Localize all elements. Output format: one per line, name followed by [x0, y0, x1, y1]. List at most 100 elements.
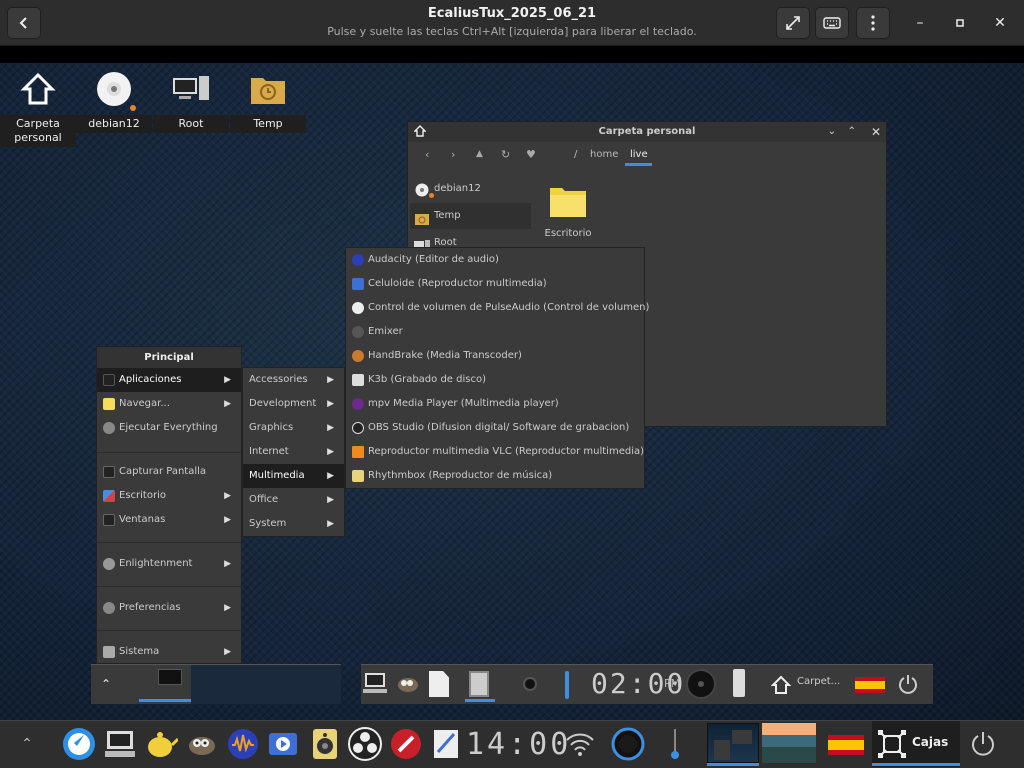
- menu-item-accessories[interactable]: Accessories ▶: [243, 368, 344, 392]
- chevron-up-icon[interactable]: ⌃: [10, 727, 44, 761]
- fullscreen-button[interactable]: [776, 7, 810, 39]
- folder-item-escritorio[interactable]: Escritorio: [538, 184, 598, 239]
- keyboard-button[interactable]: [815, 7, 849, 39]
- task-cajas-label: Cajas: [912, 735, 949, 749]
- desktop-icon-temp[interactable]: Temp: [230, 69, 306, 133]
- chevron-right-icon: ▶: [224, 647, 231, 657]
- chevron-up-icon[interactable]: ⌃: [848, 122, 856, 142]
- active-app-indicator: [465, 699, 495, 702]
- workspace-thumbnail-1[interactable]: [707, 723, 759, 763]
- k3b-icon: [352, 374, 364, 386]
- desktop-icon-debian12[interactable]: debian12: [76, 69, 152, 133]
- document-icon[interactable]: [429, 671, 449, 697]
- cortana-ring-icon[interactable]: [611, 727, 645, 761]
- computer-icon[interactable]: [103, 727, 137, 761]
- menu-item-emixer[interactable]: Emixer: [346, 320, 644, 344]
- menu-item-mpv[interactable]: mpv Media Player (Multimedia player): [346, 392, 644, 416]
- menu-item-capturar[interactable]: Capturar Pantalla: [97, 460, 241, 484]
- menu-item-escritorio[interactable]: Escritorio ▶: [97, 484, 241, 508]
- volume-slider-icon[interactable]: [658, 727, 692, 761]
- chevron-down-icon[interactable]: ⌄: [828, 122, 836, 142]
- host-clock[interactable]: 14:00: [466, 727, 571, 762]
- celluloid-icon[interactable]: [266, 727, 300, 761]
- task-carpeta[interactable]: Carpet...: [797, 676, 840, 687]
- notes-icon[interactable]: [429, 727, 463, 761]
- pager-desktop-icon[interactable]: [158, 669, 182, 685]
- task-cajas[interactable]: Cajas: [872, 721, 960, 767]
- close-icon[interactable]: ✕: [871, 122, 881, 142]
- menu-item-enlightenment[interactable]: Enlightenment ▶: [97, 552, 241, 576]
- menu-item-rhythmbox[interactable]: Rhythmbox (Reproductor de música): [346, 464, 644, 488]
- maximize-button[interactable]: [950, 13, 970, 33]
- up-icon[interactable]: ▲: [476, 149, 483, 159]
- speaker-icon[interactable]: [308, 727, 342, 761]
- forward-icon[interactable]: ›: [451, 148, 455, 161]
- menu-item-aplicaciones[interactable]: Aplicaciones ▶: [97, 368, 241, 392]
- menu-item-k3b[interactable]: K3b (Grabado de disco): [346, 368, 644, 392]
- keyboard-icon: [823, 17, 841, 29]
- vm-display[interactable]: Carpeta personal debian12 Root Temp Carp…: [0, 46, 1024, 720]
- menu-item-internet[interactable]: Internet ▶: [243, 440, 344, 464]
- menu-item-pavucontrol[interactable]: Control de volumen de PulseAudio (Contro…: [346, 296, 649, 320]
- menu-item-multimedia[interactable]: Multimedia ▶: [243, 464, 344, 488]
- usb-icon[interactable]: [733, 669, 745, 697]
- back-icon[interactable]: ‹: [425, 148, 429, 161]
- breadcrumb-root[interactable]: /: [574, 149, 577, 160]
- menu-item-preferencias[interactable]: Preferencias ▶: [97, 596, 241, 620]
- menu-item-celuloide[interactable]: Celuloide (Reproductor multimedia): [346, 272, 644, 296]
- menu-item-development[interactable]: Development ▶: [243, 392, 344, 416]
- spain-flag-icon[interactable]: [828, 735, 864, 755]
- breadcrumb-live[interactable]: live: [630, 149, 648, 160]
- menu-item-office[interactable]: Office ▶: [243, 488, 344, 512]
- home-icon[interactable]: [770, 675, 792, 698]
- workspace-thumbnail-2[interactable]: [762, 723, 816, 763]
- host-dock: ⌃ 14:00 Cajas: [0, 720, 1024, 768]
- power-icon[interactable]: [897, 673, 919, 698]
- vinyl-icon[interactable]: [686, 669, 716, 699]
- file-manager-title: Carpeta personal: [598, 126, 696, 137]
- cabinet-icon[interactable]: [469, 671, 489, 697]
- obs-icon[interactable]: [348, 727, 382, 761]
- refresh-icon[interactable]: ↻: [501, 148, 510, 161]
- menu-item-system[interactable]: System ▶: [243, 512, 344, 536]
- wifi-icon[interactable]: [563, 727, 597, 761]
- menu-item-obs[interactable]: OBS Studio (Difusion digital/ Software d…: [346, 416, 644, 440]
- gimp-icon[interactable]: [394, 673, 420, 695]
- volume-slider-icon[interactable]: [565, 671, 569, 699]
- minimize-button[interactable]: –: [910, 13, 930, 33]
- chevron-right-icon: ▶: [327, 495, 334, 505]
- microphone-icon[interactable]: [523, 677, 537, 691]
- chevron-right-icon: ▶: [224, 515, 231, 525]
- media-icon[interactable]: [389, 727, 423, 761]
- breadcrumb-home[interactable]: home: [590, 149, 618, 160]
- menu-item-vlc[interactable]: Reproductor multimedia VLC (Reproductor …: [346, 440, 644, 464]
- apps-submenu: Accessories ▶ Development ▶ Graphics ▶ Inte…: [242, 367, 345, 537]
- browser-icon[interactable]: [62, 727, 96, 761]
- audacity-icon[interactable]: [226, 727, 260, 761]
- file-manager-titlebar[interactable]: Carpeta personal ⌄ ⌃ ✕: [408, 122, 886, 142]
- menu-item-handbrake[interactable]: HandBrake (Media Transcoder): [346, 344, 644, 368]
- spain-flag-icon[interactable]: [855, 677, 885, 693]
- menu-item-audacity[interactable]: Audacity (Editor de audio): [346, 248, 644, 272]
- menu-item-graphics[interactable]: Graphics ▶: [243, 416, 344, 440]
- desktop-icon-label: Carpeta personal: [0, 115, 76, 147]
- close-button[interactable]: ✕: [990, 13, 1010, 33]
- menu-item-ventanas[interactable]: Ventanas ▶: [97, 508, 241, 532]
- desktop-icon-home[interactable]: Carpeta personal: [0, 69, 76, 147]
- teapot-icon[interactable]: [144, 727, 178, 761]
- chevron-up-icon[interactable]: ⌃: [101, 677, 111, 691]
- main-menu: Principal Aplicaciones ▶ Navegar... ▶ Ejec…: [96, 346, 242, 664]
- menu-item-ejecutar[interactable]: Ejecutar Everything: [97, 416, 241, 440]
- computer-icon[interactable]: [363, 671, 389, 695]
- sidebar-item-debian12[interactable]: debian12: [410, 176, 531, 202]
- chevron-right-icon: ▶: [327, 519, 334, 529]
- windows-icon: [103, 514, 115, 526]
- gimp-icon[interactable]: [184, 727, 218, 761]
- menu-item-navegar[interactable]: Navegar... ▶: [97, 392, 241, 416]
- desktop-icon-root[interactable]: Root: [153, 69, 229, 133]
- menu-item-sistema[interactable]: Sistema ▶: [97, 640, 241, 664]
- favorite-icon[interactable]: ♥: [526, 148, 536, 161]
- power-icon[interactable]: [966, 727, 1000, 761]
- sidebar-item-temp[interactable]: Temp: [410, 203, 531, 229]
- menu-button[interactable]: [856, 7, 890, 39]
